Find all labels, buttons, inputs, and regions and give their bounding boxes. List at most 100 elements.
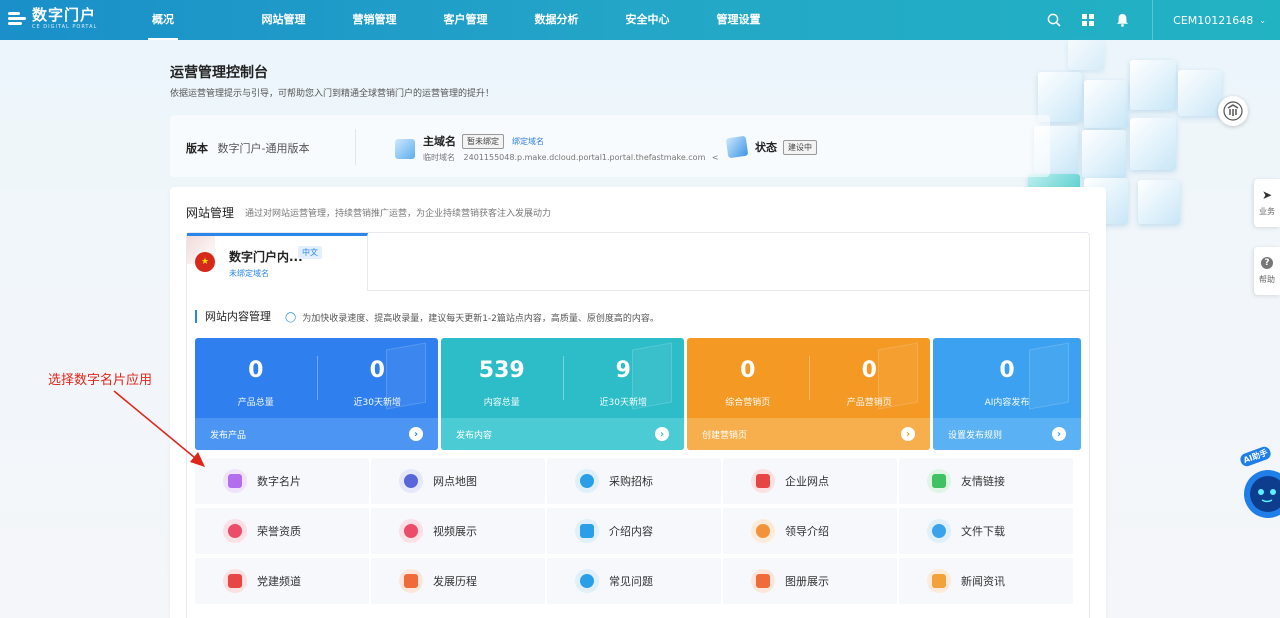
building-icon: [575, 519, 599, 543]
stat-label: 产品营销页: [846, 398, 892, 408]
site-info-strip: 版本 数字门户-通用版本 主域名 暂未绑定 绑定域名 临时域名 24011550…: [170, 115, 1050, 177]
nav-customers[interactable]: 客户管理: [420, 0, 511, 40]
lightbulb-icon: ◯: [285, 312, 297, 323]
language-badge: 中文: [298, 246, 322, 259]
app-label: 企业网点: [785, 475, 829, 488]
app-outlet-map[interactable]: 网点地图: [371, 458, 545, 504]
site-tab[interactable]: ★ 数字门户内... 中文 未绑定域名: [187, 233, 368, 291]
action-label: 设置发布规则: [948, 430, 1003, 441]
news-icon: [927, 569, 951, 593]
stat-value: 0: [999, 358, 1015, 383]
download-icon: [927, 519, 951, 543]
app-video[interactable]: 视频展示: [371, 508, 545, 554]
share-icon[interactable]: <: [712, 153, 719, 162]
nav-website[interactable]: 网站管理: [238, 0, 329, 40]
app-leaders[interactable]: 领导介绍: [723, 508, 897, 554]
user-account: CEM10121648: [1173, 13, 1254, 27]
version-label: 版本: [186, 142, 208, 155]
china-flag-icon: ★: [195, 252, 215, 272]
nav-security[interactable]: 安全中心: [602, 0, 693, 40]
stat-value: 9: [615, 358, 631, 383]
page-title: 运营管理控制台: [170, 65, 268, 81]
stat-label: 综合营销页: [725, 398, 771, 408]
side-label: 业务: [1259, 207, 1275, 216]
publish-content-button[interactable]: 发布内容 ›: [441, 418, 684, 450]
temp-domain-value: 2401155048.p.make.dcloud.portal1.portal.…: [463, 153, 706, 162]
help-side-button[interactable]: ? 帮助: [1254, 247, 1280, 295]
stat-card-marketing: 0 综合营销页 0 产品营销页 创建营销页 ›: [687, 338, 930, 450]
logo[interactable]: 数字门户 CE DIGITAL PORTAL: [6, 8, 97, 30]
app-introduction[interactable]: 介绍内容: [547, 508, 721, 554]
stat-card-ai: 0 AI内容发布 设置发布规则 ›: [933, 338, 1081, 450]
app-label: 介绍内容: [609, 525, 653, 538]
send-icon: ➤: [1261, 188, 1273, 202]
app-honors[interactable]: 荣誉资质: [195, 508, 369, 554]
app-outlets[interactable]: 企业网点: [723, 458, 897, 504]
status-badge: 建设中: [783, 139, 817, 155]
domain-label: 主域名: [423, 135, 456, 148]
apps-grid-icon[interactable]: [1072, 0, 1104, 40]
bind-domain-link[interactable]: 绑定域名: [512, 136, 544, 147]
app-label: 视频展示: [433, 525, 477, 538]
stat-card-products: 0 产品总量 0 近30天新增 发布产品 ›: [195, 338, 438, 450]
annotation-text: 选择数字名片应用: [48, 373, 153, 388]
app-album[interactable]: 图册展示: [723, 558, 897, 604]
main-nav: 概况 网站管理 营销管理 客户管理 数据分析 安全中心 管理设置: [148, 0, 784, 40]
business-side-button[interactable]: ➤ 业务: [1254, 179, 1280, 227]
app-party-channel[interactable]: 党建频道: [195, 558, 369, 604]
app-label: 常见问题: [609, 575, 653, 588]
site-name: 数字门户内...: [229, 250, 303, 264]
bell-icon[interactable]: [1106, 0, 1138, 40]
stat-value: 0: [248, 358, 264, 383]
action-label: 发布产品: [210, 430, 247, 441]
nav-settings[interactable]: 管理设置: [693, 0, 784, 40]
create-marketing-page-button[interactable]: 创建营销页 ›: [687, 418, 930, 450]
award-icon: [223, 519, 247, 543]
content-tip: ◯ 为加快收录速度、提高收录量，建议每天更新1-2篇站点内容，高质量、原创度高的…: [285, 311, 659, 324]
stat-value: 0: [740, 358, 756, 383]
app-label: 领导介绍: [785, 525, 829, 538]
stats-row: 0 产品总量 0 近30天新增 发布产品 › 539 内容总量 9 近30天新增 发布内容…: [195, 338, 1081, 450]
ai-assistant-button[interactable]: AI助手: [1236, 445, 1280, 518]
section-description: 通过对网站运营管理，持续营销推广运营，为企业持续营销获客注入发展动力: [245, 209, 552, 219]
app-business-card[interactable]: 数字名片: [195, 458, 369, 504]
app-label: 荣誉资质: [257, 525, 301, 538]
stat-value: 539: [478, 358, 525, 383]
app-procurement[interactable]: 采购招标: [547, 458, 721, 504]
app-faq[interactable]: 常见问题: [547, 558, 721, 604]
search-icon[interactable]: [1038, 0, 1070, 40]
app-label: 采购招标: [609, 475, 653, 488]
business-card-icon: [223, 469, 247, 493]
robot-badge-icon[interactable]: [1218, 96, 1248, 126]
nav-analytics[interactable]: 数据分析: [511, 0, 602, 40]
divider: [355, 129, 356, 165]
site-domain-status[interactable]: 未绑定域名: [229, 268, 269, 279]
stat-card-content: 539 内容总量 9 近30天新增 发布内容 ›: [441, 338, 684, 450]
domain-icon: [395, 139, 415, 159]
arrow-right-icon: ›: [1052, 427, 1066, 441]
app-downloads[interactable]: 文件下载: [899, 508, 1073, 554]
action-label: 发布内容: [456, 430, 493, 441]
question-icon: [575, 569, 599, 593]
app-history[interactable]: 发展历程: [371, 558, 545, 604]
website-management-card: 网站管理 通过对网站运营管理，持续营销推广运营，为企业持续营销获客注入发展动力 …: [170, 187, 1106, 618]
stat-label: 产品总量: [237, 398, 274, 408]
top-nav-bar: 数字门户 CE DIGITAL PORTAL 概况 网站管理 营销管理 客户管理…: [0, 0, 1280, 40]
nav-overview[interactable]: 概况: [148, 0, 178, 40]
stat-label: AI内容发布: [984, 398, 1030, 408]
version-value: 数字门户-通用版本: [217, 142, 310, 155]
person-icon: [751, 519, 775, 543]
set-publish-rules-button[interactable]: 设置发布规则 ›: [933, 418, 1081, 450]
stat-label: 内容总量: [483, 398, 520, 408]
arrow-right-icon: ›: [901, 427, 915, 441]
app-friend-links[interactable]: 友情链接: [899, 458, 1073, 504]
app-label: 图册展示: [785, 575, 829, 588]
publish-product-button[interactable]: 发布产品 ›: [195, 418, 438, 450]
user-menu[interactable]: CEM10121648 ⌄: [1153, 14, 1280, 27]
party-icon: [223, 569, 247, 593]
side-label: 帮助: [1259, 275, 1275, 284]
album-icon: [751, 569, 775, 593]
app-news[interactable]: 新闻资讯: [899, 558, 1073, 604]
nav-marketing[interactable]: 营销管理: [329, 0, 420, 40]
link-icon: [927, 469, 951, 493]
